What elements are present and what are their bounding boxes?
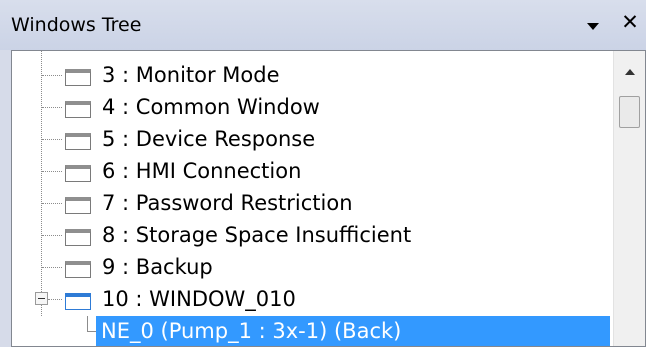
- tree-item-label: 8 : Storage Space Insufficient: [102, 223, 412, 247]
- tree-child-item-ne0[interactable]: NE_0 (Pump_1 : 3x-1) (Back): [12, 316, 612, 346]
- tree-item-label: 5 : Device Response: [102, 127, 316, 151]
- panel-title: Windows Tree: [11, 14, 142, 36]
- vertical-scrollbar[interactable]: [613, 51, 645, 346]
- windows-tree-panel: 3 : Monitor Mode 4 : Common Window 5 : D…: [11, 50, 646, 347]
- window-icon: [65, 165, 91, 182]
- window-icon: [65, 261, 91, 278]
- window-icon: [65, 229, 91, 246]
- tree-item-backup[interactable]: 9 : Backup: [12, 252, 612, 282]
- tree-item-storage-space-insufficient[interactable]: 8 : Storage Space Insufficient: [12, 220, 612, 250]
- window-icon: [65, 101, 91, 118]
- tree-item-label: 6 : HMI Connection: [102, 159, 302, 183]
- collapse-toggle-icon[interactable]: [35, 292, 48, 305]
- close-icon[interactable]: ✕: [620, 10, 640, 34]
- tree-item-common-window[interactable]: 4 : Common Window: [12, 92, 612, 122]
- panel-title-bar: Windows Tree ✕: [0, 0, 646, 50]
- tree-item-device-response[interactable]: 5 : Device Response: [12, 124, 612, 154]
- window-icon: [65, 293, 91, 310]
- window-icon: [65, 197, 91, 214]
- tree-item-label: 7 : Password Restriction: [102, 191, 353, 215]
- window-icon: [65, 133, 91, 150]
- tree-item-monitor-mode[interactable]: 3 : Monitor Mode: [12, 60, 612, 90]
- tree-item-label: 3 : Monitor Mode: [102, 63, 280, 87]
- tree-item-hmi-connection[interactable]: 6 : HMI Connection: [12, 156, 612, 186]
- tree-item-window-010[interactable]: 10 : WINDOW_010: [12, 284, 612, 314]
- tree-item-label: 4 : Common Window: [102, 95, 320, 119]
- scroll-up-arrow-icon[interactable]: [625, 69, 635, 75]
- tree-item-label: 10 : WINDOW_010: [102, 287, 296, 311]
- tree-item-label: 9 : Backup: [102, 255, 213, 279]
- selected-row-highlight[interactable]: NE_0 (Pump_1 : 3x-1) (Back): [96, 316, 610, 346]
- dropdown-triangle-icon[interactable]: [587, 23, 599, 30]
- window-icon: [65, 69, 91, 86]
- tree-item-label: NE_0 (Pump_1 : 3x-1) (Back): [101, 319, 402, 343]
- scroll-thumb[interactable]: [619, 96, 640, 128]
- tree-item-password-restriction[interactable]: 7 : Password Restriction: [12, 188, 612, 218]
